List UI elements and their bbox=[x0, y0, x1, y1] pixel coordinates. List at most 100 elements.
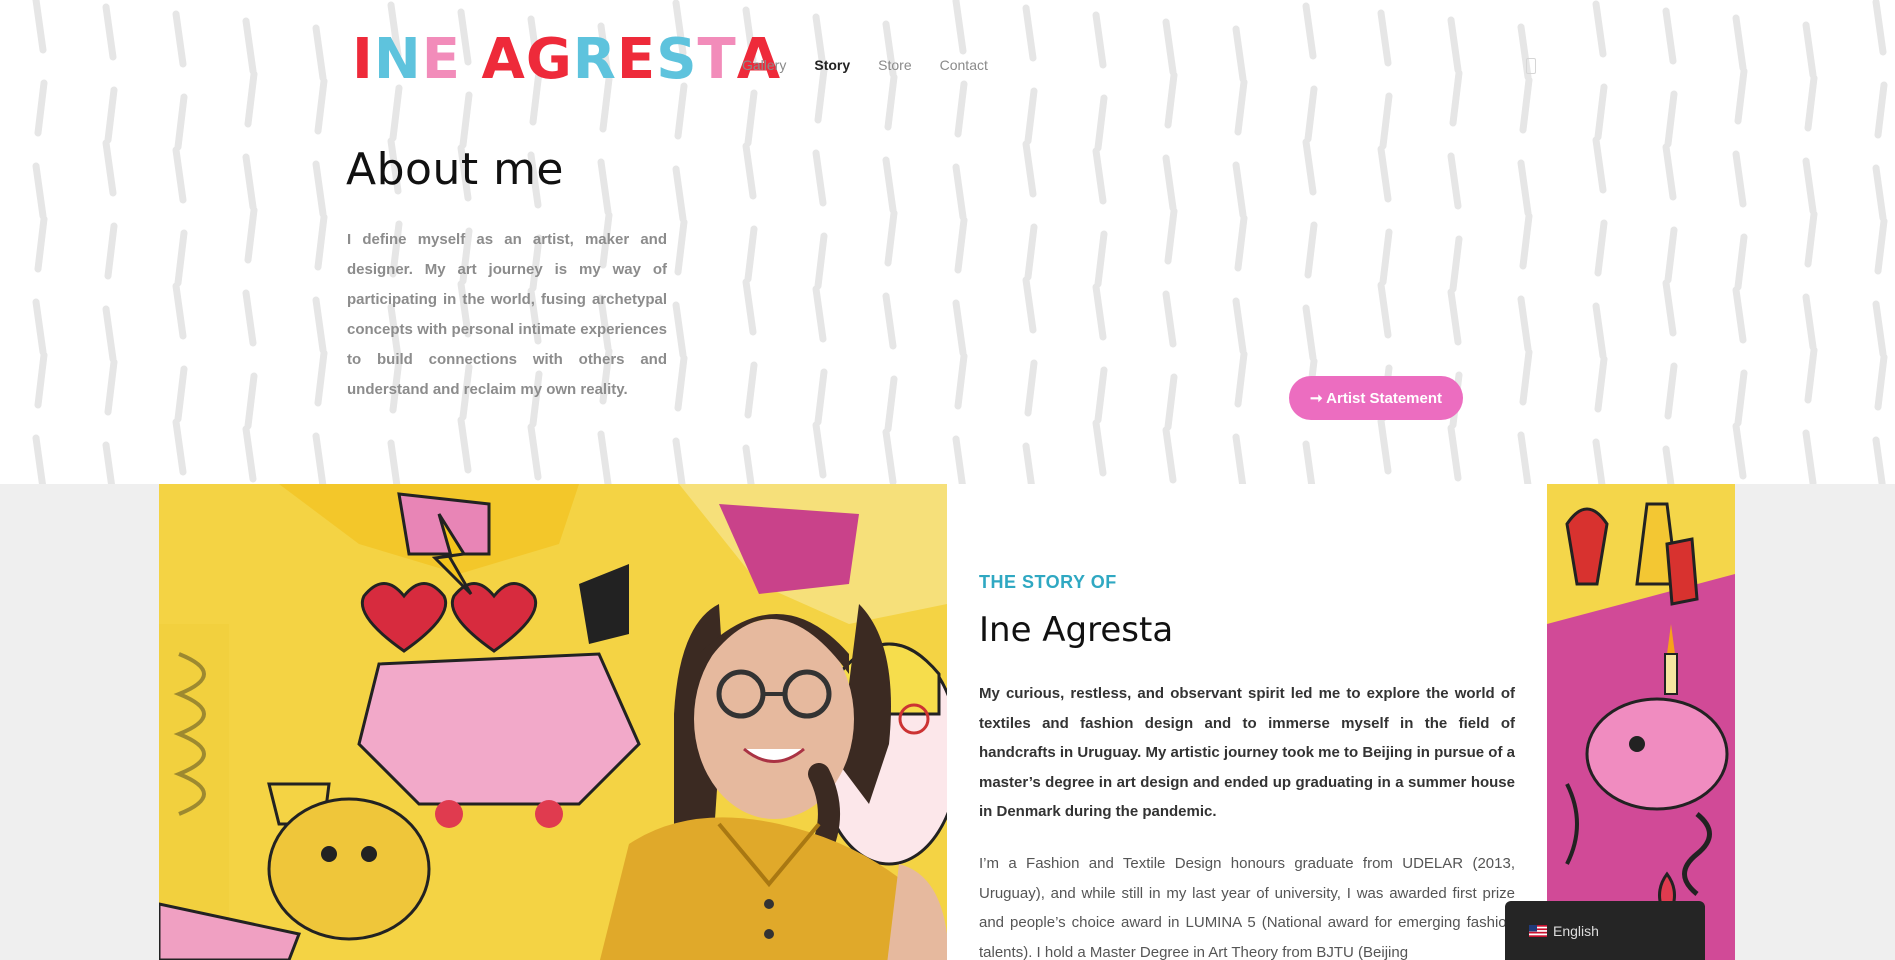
us-flag-icon bbox=[1529, 924, 1547, 937]
pattern-dash bbox=[1517, 431, 1532, 484]
logo-wordmark: INE AGRESTA bbox=[352, 30, 781, 90]
mural-art-illustration bbox=[1547, 484, 1735, 960]
pattern-dash bbox=[1022, 276, 1037, 334]
pattern-dash bbox=[242, 289, 257, 347]
pattern-dash bbox=[1449, 69, 1463, 127]
logo-letter: S bbox=[656, 27, 698, 92]
pattern-dash bbox=[1804, 346, 1818, 404]
pattern-dash bbox=[32, 0, 47, 54]
nav-contact[interactable]: Contact bbox=[940, 57, 988, 73]
pattern-dash bbox=[882, 292, 897, 350]
logo-letter: E bbox=[616, 27, 657, 92]
pattern-dash bbox=[172, 282, 187, 340]
pattern-dash bbox=[1517, 295, 1532, 353]
pattern-dash bbox=[1304, 85, 1318, 143]
pattern-dash bbox=[1232, 161, 1247, 219]
pattern-dash bbox=[1732, 422, 1747, 480]
pattern-dash bbox=[1377, 145, 1392, 203]
pattern-dash bbox=[1802, 293, 1817, 351]
pattern-dash bbox=[1592, 302, 1607, 360]
pattern-dash bbox=[312, 432, 327, 484]
pattern-dash bbox=[174, 93, 188, 151]
pattern-dash bbox=[814, 368, 828, 426]
pattern-dash bbox=[744, 361, 758, 419]
pattern-dash bbox=[1802, 21, 1817, 79]
pattern-dash bbox=[1022, 4, 1037, 62]
page-title: About me bbox=[346, 144, 565, 195]
pattern-dash bbox=[952, 0, 967, 55]
pattern-dash bbox=[1449, 235, 1463, 293]
artist-statement-button[interactable]: ➞ Artist Statement bbox=[1289, 376, 1463, 420]
nav-gallery[interactable]: Gallery bbox=[742, 57, 786, 73]
pattern-dash bbox=[1379, 228, 1393, 286]
cart-icon[interactable] bbox=[1526, 58, 1536, 74]
pattern-dash bbox=[314, 77, 328, 135]
about-description: I define myself as an artist, maker and … bbox=[347, 231, 667, 398]
pattern-dash bbox=[1234, 350, 1248, 408]
nav-story[interactable]: Story bbox=[814, 57, 850, 73]
pattern-dash bbox=[952, 163, 967, 221]
pattern-dash bbox=[812, 149, 827, 207]
logo-space bbox=[461, 30, 482, 90]
pattern-dash bbox=[1592, 136, 1607, 194]
pattern-dash bbox=[1092, 283, 1107, 341]
pattern-dash bbox=[312, 296, 327, 354]
nav-store[interactable]: Store bbox=[878, 57, 911, 73]
artist-photo-illustration bbox=[159, 484, 947, 960]
pattern-dash bbox=[527, 423, 542, 481]
pattern-dash bbox=[952, 435, 966, 484]
pattern-dash bbox=[1804, 74, 1818, 132]
pattern-dash bbox=[812, 285, 827, 343]
pattern-dash bbox=[1232, 25, 1247, 83]
pattern-dash bbox=[172, 418, 187, 476]
pattern-dash bbox=[742, 278, 757, 336]
pattern-dash bbox=[1162, 154, 1177, 212]
pattern-dash bbox=[174, 229, 188, 287]
pattern-dash bbox=[1092, 11, 1107, 69]
pattern-dash bbox=[1164, 373, 1178, 431]
pattern-dash bbox=[387, 439, 401, 484]
pattern-dash bbox=[1664, 90, 1678, 148]
pattern-dash bbox=[1872, 164, 1887, 222]
pattern-dash bbox=[172, 10, 187, 68]
pattern-dash bbox=[312, 160, 327, 218]
pattern-dash bbox=[674, 354, 688, 412]
pattern-dash bbox=[1447, 424, 1462, 482]
story-paragraph-intro: My curious, restless, and observant spir… bbox=[979, 685, 1515, 820]
pattern-dash bbox=[172, 146, 187, 204]
pattern-dash bbox=[1594, 355, 1608, 413]
logo-letter: N bbox=[373, 27, 422, 92]
pattern-dash bbox=[674, 82, 688, 140]
pattern-dash bbox=[1802, 429, 1817, 484]
pattern-dash bbox=[1519, 76, 1533, 134]
pattern-dash bbox=[672, 165, 687, 223]
pattern-dash bbox=[672, 301, 687, 359]
pattern-dash bbox=[1732, 150, 1747, 208]
pattern-dash bbox=[884, 73, 898, 131]
story-kicker: THE STORY OF bbox=[979, 572, 1117, 592]
site-logo[interactable]: INE AGRESTA bbox=[352, 30, 781, 90]
pattern-dash bbox=[1592, 0, 1607, 58]
pattern-dash bbox=[1022, 140, 1037, 198]
pattern-dash bbox=[1592, 438, 1606, 484]
pattern-dash bbox=[1302, 440, 1316, 484]
pattern-dash bbox=[884, 375, 898, 433]
pattern-dash bbox=[1092, 147, 1107, 205]
pattern-dash bbox=[1024, 359, 1038, 417]
pattern-dash bbox=[34, 215, 48, 273]
pattern-dash bbox=[104, 358, 118, 416]
pattern-dash bbox=[952, 299, 967, 357]
logo-letter: E bbox=[421, 27, 461, 92]
language-switcher[interactable]: English bbox=[1505, 901, 1705, 960]
pattern-dash bbox=[597, 158, 612, 216]
pattern-dash bbox=[1874, 81, 1888, 139]
pattern-dash bbox=[1164, 71, 1178, 129]
pattern-dash bbox=[1447, 16, 1462, 74]
pattern-dash bbox=[242, 425, 257, 483]
pattern-dash bbox=[812, 421, 827, 479]
pattern-dash bbox=[1094, 366, 1108, 424]
pattern-dash bbox=[954, 352, 968, 410]
pattern-dash bbox=[1302, 138, 1317, 196]
story-paragraph-education: I’m a Fashion and Textile Design honours… bbox=[979, 855, 1515, 960]
pattern-dash bbox=[1734, 369, 1748, 427]
